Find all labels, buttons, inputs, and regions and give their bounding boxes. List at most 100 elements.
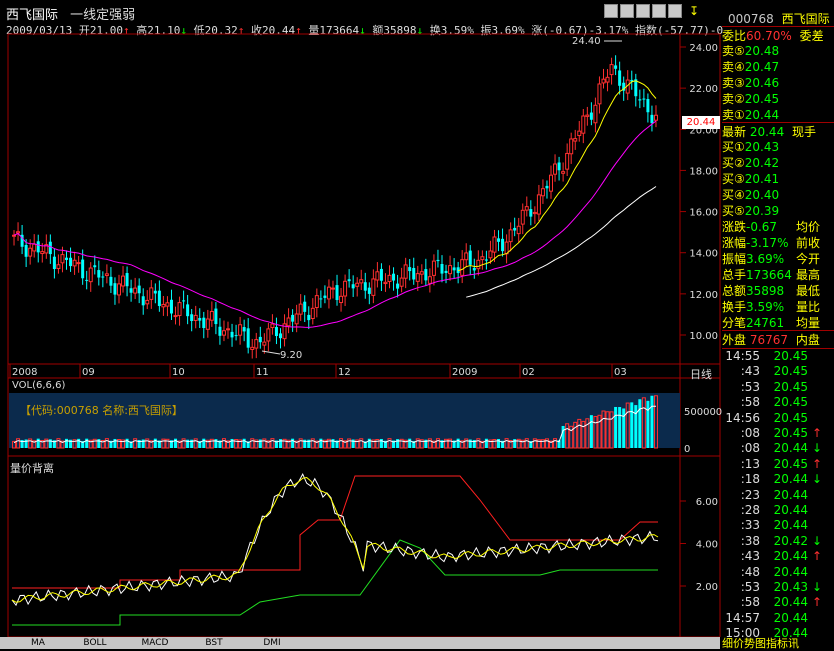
indicator-tick-label: 6.00 [696,497,718,508]
outer-value: 76767 [749,333,789,347]
latest-value: 20.44 [749,125,785,139]
candle-body [561,171,566,174]
candle-body [464,252,469,261]
volume-info-text: 【代码:000768 名称:西飞国际】 [20,404,183,417]
tick-time: :53 [740,379,760,394]
stat-value: 3.59% [746,300,785,314]
volume-bar [646,400,650,448]
candle-body [202,317,206,328]
candle-body [161,303,166,308]
tick-time: :38 [740,533,760,548]
candle-body [319,298,323,300]
candle-body [581,115,586,134]
candle-body [177,302,182,316]
sell-level-row: 卖①20.44 [722,106,834,122]
tick-price: 20.42 [773,533,808,548]
tick-time: 14:55 [725,349,760,363]
stat-label: 分笔 [722,316,747,330]
date-axis-label: 02 [522,367,535,378]
tab-boll[interactable]: BOLL [80,637,110,649]
candle-body [36,241,40,253]
price-tick-label: 24.00 [689,43,718,54]
candle-body [339,295,344,304]
tick-row: :43 20.44 ↑ [722,549,834,565]
ratio-row: 委比60.70% 委差 [722,26,834,43]
tick-price: 20.44 [773,610,808,625]
tick-arrow-icon: ↓ [812,472,823,487]
price-tick-label: 22.00 [689,84,718,95]
candle-body [303,301,307,312]
tick-price: 20.45 [773,456,808,471]
candle-body [137,285,141,294]
buy-level-label: 买② [722,156,745,170]
candle-body [396,283,400,289]
indicator-panel-frame [7,455,681,637]
indicator-lower-line [12,539,658,626]
candle-body [226,328,231,331]
candle-body [597,83,602,105]
latest-label: 最新 [722,125,747,139]
stat-value: 173664 [746,268,792,282]
inner-label: 内盘 [795,333,820,347]
tick-price: 20.44 [773,518,808,533]
current-hand-label: 现手 [792,125,817,139]
candle-body [153,290,157,294]
candle-body [557,162,561,171]
tab-ma[interactable]: MA [28,637,48,649]
candle-body [97,270,101,278]
tick-time: :43 [740,549,760,564]
tick-row: :58 20.45 [722,395,834,411]
candle-body [258,336,262,343]
tab-macd[interactable]: MACD [140,637,170,649]
candle-body [488,250,493,259]
tab-bst[interactable]: BST [202,637,226,649]
tick-price: 20.43 [773,580,808,594]
tick-arrow-icon: ↑ [812,549,823,564]
tick-row: :08 20.45 ↑ [722,426,834,442]
candle-body [545,185,549,189]
buy-level-label: 买③ [722,172,745,186]
candle-body [157,290,161,306]
indicator-tick-label: 2.00 [696,582,718,593]
stat-row: 总额35898 最低 [722,282,834,298]
candle-body [618,70,622,86]
candle-body [230,331,234,338]
buy-level-row: 买⑤20.39 [722,202,834,218]
candle-body [593,104,598,124]
price-panel-frame [7,33,681,365]
candle-body [298,303,303,315]
tick-row: 14:55 20.45 [722,349,834,365]
tick-price: 20.44 [773,595,808,610]
candle-body [375,271,380,281]
candle-body [436,259,440,262]
price-tick-label: 10.00 [689,331,718,342]
candle-body [113,283,117,295]
period-label[interactable]: 日线 [690,366,712,382]
candle-body [266,328,271,342]
candle-body [254,339,259,349]
indicator-lines: 6.00 4.00 2.00 [11,472,718,626]
candle-body [646,99,650,113]
tick-arrow-icon: ↓ [812,441,823,456]
candle-body [214,308,218,325]
stat-label: 换手 [722,300,747,314]
date-axis-label: 10 [172,367,185,378]
candle-body [355,282,360,287]
tick-row: 14:57 20.44 [722,611,834,627]
tick-time: :58 [740,395,760,410]
tick-arrow-icon: ↑ [812,456,823,471]
candle-body [363,282,367,291]
buy-level-row: 买①20.43 [722,138,834,154]
candle-body [133,287,138,294]
tick-time: :28 [740,503,760,517]
candle-body [415,273,420,282]
tab-dmi[interactable]: DMI [260,637,284,649]
candle-body [508,229,513,243]
candle-body [609,64,614,76]
ratio-label: 委比 [722,29,747,43]
candle-body [238,324,243,336]
tick-row: :53 20.45 [722,380,834,396]
tick-price: 20.44 [773,487,808,502]
price-annotations: 24.40 9.20 [261,36,622,361]
chart-area[interactable]: 24.0022.0020.0018.0016.0014.0012.0010.00… [0,0,722,637]
